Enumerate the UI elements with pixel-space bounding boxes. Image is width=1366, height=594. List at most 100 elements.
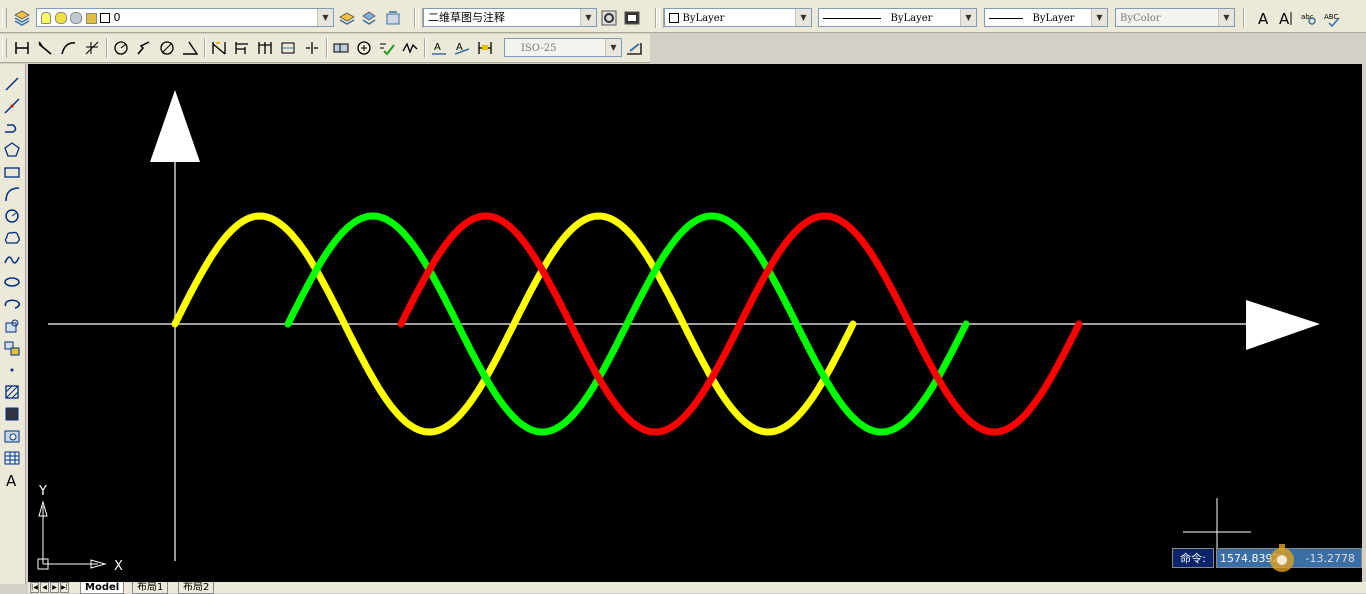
layer-previous-button[interactable] xyxy=(337,8,357,28)
chevron-down-icon[interactable]: ▼ xyxy=(317,9,333,26)
multiline-text-button[interactable]: A xyxy=(2,470,22,490)
dim-style-value: ISO-25 xyxy=(521,43,557,54)
edit-text-button[interactable]: A xyxy=(1276,8,1296,28)
toolbar-separator xyxy=(204,38,206,58)
radius-dimension-button[interactable] xyxy=(111,38,131,58)
chevron-down-icon[interactable]: ▼ xyxy=(1091,9,1107,26)
tab-layout2[interactable]: 布局2 xyxy=(178,582,215,594)
dimension-edit-button[interactable]: A xyxy=(429,38,449,58)
rectangle-button[interactable] xyxy=(2,162,22,182)
chevron-down-icon[interactable]: ▼ xyxy=(960,9,976,26)
revision-cloud-button[interactable] xyxy=(2,228,22,248)
point-button[interactable] xyxy=(2,360,22,380)
dimension-style-combo[interactable]: ISO-25 ▼ xyxy=(504,38,622,57)
workspace-settings-button[interactable] xyxy=(599,8,619,28)
chevron-down-icon[interactable]: ▼ xyxy=(580,9,596,26)
linetype-combo[interactable]: ByLayer ▼ xyxy=(818,8,977,27)
lineweight-combo[interactable]: ByLayer ▼ xyxy=(984,8,1108,27)
next-tab-icon[interactable]: ▶ xyxy=(50,582,59,593)
toolbar-grip[interactable] xyxy=(2,38,7,58)
dimension-break-button[interactable] xyxy=(302,38,322,58)
hatch-button[interactable] xyxy=(2,382,22,402)
arc-button[interactable] xyxy=(2,184,22,204)
dimension-text-edit-button[interactable]: A xyxy=(452,38,472,58)
layer-combo[interactable]: 0 ▼ xyxy=(36,8,334,27)
arc-length-button[interactable] xyxy=(58,38,78,58)
linear-dimension-button[interactable] xyxy=(12,38,32,58)
chevron-down-icon[interactable]: ▼ xyxy=(605,39,621,56)
jogged-linear-button[interactable] xyxy=(400,38,420,58)
svg-text:A: A xyxy=(434,42,441,53)
tab-model[interactable]: Model xyxy=(80,582,125,594)
layers-icon xyxy=(14,10,30,26)
toolbar-grip[interactable] xyxy=(2,8,7,28)
dimension-style-button[interactable] xyxy=(624,38,644,58)
prev-tab-icon[interactable]: ◀ xyxy=(40,582,49,593)
region-button[interactable] xyxy=(2,426,22,446)
freeze-icon xyxy=(70,12,82,24)
dimension-update-button[interactable] xyxy=(475,38,495,58)
y-axis-arrow xyxy=(150,90,200,162)
spell-check-icon: ABC xyxy=(1324,13,1340,27)
layer-color-swatch xyxy=(100,13,110,23)
ellipse-button[interactable] xyxy=(2,272,22,292)
drawing-area: Y X xyxy=(37,90,1320,574)
circle-button[interactable] xyxy=(2,206,22,226)
point-icon xyxy=(10,368,14,372)
construction-line-button[interactable] xyxy=(2,96,22,116)
jogged-linear-icon xyxy=(402,42,418,54)
first-tab-icon[interactable]: |◀ xyxy=(30,582,39,593)
tab-layout1[interactable]: 布局1 xyxy=(132,582,169,594)
baseline-dimension-button[interactable] xyxy=(232,38,252,58)
aligned-dimension-button[interactable] xyxy=(35,38,55,58)
quick-dimension-button[interactable] xyxy=(209,38,229,58)
layer-manager-button[interactable] xyxy=(12,8,32,28)
table-button[interactable] xyxy=(2,448,22,468)
polyline-button[interactable] xyxy=(2,118,22,138)
plotstyle-combo[interactable]: ByColor ▼ xyxy=(1115,8,1235,27)
ordinate-dimension-button[interactable] xyxy=(82,38,102,58)
model-space-canvas[interactable]: Y X xyxy=(28,64,1362,582)
workspace-combo[interactable]: 二维草图与注释 ▼ xyxy=(423,8,597,27)
clean-screen-button[interactable] xyxy=(622,8,642,28)
make-block-button[interactable] xyxy=(2,338,22,358)
last-tab-icon[interactable]: ▶| xyxy=(60,582,69,593)
tolerance-button[interactable] xyxy=(331,38,351,58)
line-button[interactable] xyxy=(2,74,22,94)
center-mark-button[interactable] xyxy=(354,38,374,58)
dimension-toolbar: A A ISO-25 ▼ xyxy=(0,34,650,63)
chevron-down-icon[interactable]: ▼ xyxy=(1218,9,1234,26)
toolbar-separator xyxy=(424,38,426,58)
polyline-icon xyxy=(5,124,17,133)
layer-state-button[interactable] xyxy=(359,8,379,28)
layer-walk-button[interactable] xyxy=(383,8,403,28)
dim-update-icon xyxy=(478,42,492,54)
ucs-y-label: Y xyxy=(38,484,47,499)
arc-icon xyxy=(5,187,20,202)
jogged-dimension-button[interactable] xyxy=(134,38,154,58)
dim-edit-icon: A xyxy=(432,42,446,55)
svg-text:A: A xyxy=(1258,10,1269,27)
diameter-icon xyxy=(160,41,174,55)
angular-dimension-button[interactable] xyxy=(180,38,200,58)
spline-button[interactable] xyxy=(2,250,22,270)
polygon-button[interactable] xyxy=(2,140,22,160)
color-combo[interactable]: ByLayer ▼ xyxy=(664,8,812,27)
edit-text-icon: A xyxy=(1279,10,1292,27)
gradient-button[interactable] xyxy=(2,404,22,424)
ellipse-arc-button[interactable] xyxy=(2,294,22,314)
plotstyle-value: ByColor xyxy=(1120,13,1161,24)
line-icon xyxy=(5,77,19,91)
command-prompt-label: 命令: xyxy=(1172,548,1214,568)
aligned-dim-icon xyxy=(38,41,52,55)
spell-check-button[interactable]: ABC xyxy=(1322,8,1342,28)
find-replace-button[interactable]: abc xyxy=(1299,8,1319,28)
text-button[interactable]: A xyxy=(1254,8,1274,28)
lightbulb-icon xyxy=(41,12,51,24)
continue-dimension-button[interactable] xyxy=(255,38,275,58)
chevron-down-icon[interactable]: ▼ xyxy=(795,9,811,26)
inspect-button[interactable] xyxy=(377,38,397,58)
insert-block-button[interactable] xyxy=(2,316,22,336)
dimension-space-button[interactable] xyxy=(278,38,298,58)
diameter-dimension-button[interactable] xyxy=(157,38,177,58)
